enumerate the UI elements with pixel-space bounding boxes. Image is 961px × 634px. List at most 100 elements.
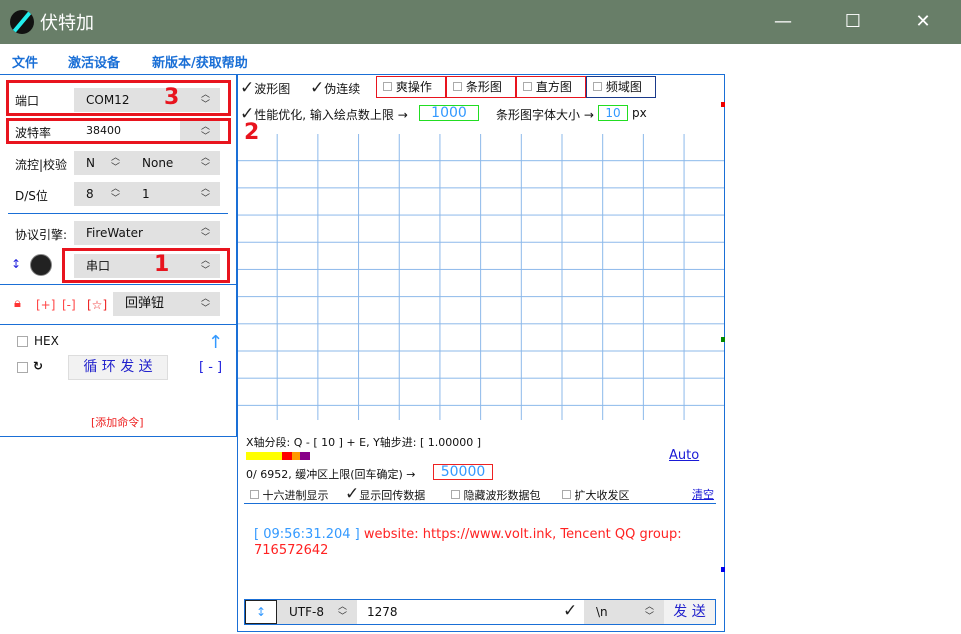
spinner-icon: ︿ ﹀: [337, 602, 347, 622]
expand-area-option[interactable]: 扩大收发区: [562, 487, 630, 503]
send-button[interactable]: 发 送: [664, 600, 715, 624]
tab-pseudo-continuous[interactable]: ✓伪连续: [310, 78, 360, 98]
line-ending-value: \n: [596, 605, 608, 619]
swap-icon[interactable]: ↕: [245, 600, 277, 624]
flow-select[interactable]: N ︿ ﹀: [74, 151, 130, 175]
remove-command-button[interactable]: [ - ]: [199, 360, 222, 375]
button-mode-value: 回弹钮: [125, 296, 165, 311]
favorite-button[interactable]: [☆]: [87, 298, 107, 312]
option-label: 十六进制显示: [262, 489, 329, 502]
maximize-button[interactable]: ☐: [830, 0, 876, 44]
checkbox-icon: [453, 82, 462, 91]
send-bar: ↕ UTF-8 ︿ ﹀ 1278 ✓ \n ︿ ﹀ 发 送: [244, 599, 716, 625]
encoding-select[interactable]: UTF-8 ︿ ﹀: [277, 600, 357, 624]
lock-icon[interactable]: 🔒︎: [14, 296, 21, 311]
minimize-button[interactable]: —: [760, 0, 806, 44]
hex-checkbox[interactable]: [17, 336, 28, 347]
stop-bits-value: 1: [142, 187, 150, 201]
option-label: 显示回传数据: [359, 489, 426, 502]
ds-label: D/S位: [15, 189, 48, 203]
color-bar: [246, 452, 310, 460]
spinner-icon: ︿ ﹀: [200, 294, 210, 314]
tab-histogram[interactable]: 直方图: [516, 76, 586, 98]
close-button[interactable]: ✕: [900, 0, 946, 44]
menu-help[interactable]: 新版本/获取帮助: [152, 52, 248, 71]
axis-settings[interactable]: X轴分段: Q - [ 10 ] + E, Y轴步进: [ 1.00000 ]: [246, 434, 481, 450]
tab-waveform[interactable]: ✓波形图: [240, 78, 290, 98]
tab-quick[interactable]: 爽操作: [376, 76, 446, 98]
checkbox-icon: [523, 82, 532, 91]
checkbox-icon: [593, 82, 602, 91]
tab-label: 条形图: [465, 80, 502, 94]
auto-link[interactable]: Auto: [669, 448, 699, 463]
encoding-value: UTF-8: [289, 605, 324, 619]
tab-label: 伪连续: [324, 82, 361, 96]
annotation-box-3: [6, 80, 231, 116]
font-size-input[interactable]: 10: [598, 105, 628, 121]
show-echo-option[interactable]: ✓显示回传数据: [345, 484, 425, 504]
add-button[interactable]: [+]: [36, 298, 55, 312]
divider: [0, 284, 237, 285]
window-title: 伏特加: [40, 13, 94, 34]
max-points-input[interactable]: 1000: [419, 105, 479, 121]
parity-value: None: [142, 156, 174, 170]
check-icon: ✓: [240, 104, 255, 124]
loop-icon: ↻: [33, 359, 44, 373]
app-logo-icon: [10, 10, 34, 34]
tab-label: 频域图: [605, 80, 642, 94]
tab-bar-chart[interactable]: 条形图: [446, 76, 516, 98]
remove-button[interactable]: [-]: [62, 298, 76, 312]
checkbox-icon: [250, 490, 259, 499]
spinner-icon: ︿ ﹀: [110, 153, 120, 173]
font-size-label: 条形图字体大小 →: [496, 108, 594, 122]
tab-frequency[interactable]: 频域图: [586, 76, 656, 98]
option-label: 扩大收发区: [574, 489, 630, 502]
add-command-link[interactable]: [添加命令]: [91, 414, 144, 430]
splitter-marker: [721, 567, 725, 572]
spinner-icon: ︿ ﹀: [110, 184, 120, 204]
buffer-limit-input[interactable]: 50000: [433, 464, 493, 480]
perf-label: 性能优化, 输入绘点数上限 →: [254, 108, 408, 122]
checkbox-icon: [562, 490, 571, 499]
menu-bar: 文件 激活设备 新版本/获取帮助: [0, 44, 961, 74]
button-mode-select[interactable]: 回弹钮 ︿ ﹀: [113, 292, 220, 316]
menu-file[interactable]: 文件: [12, 52, 38, 71]
loop-send-button[interactable]: 循 环 发 送: [68, 355, 168, 380]
ending-checkbox[interactable]: ✓: [563, 601, 577, 621]
tab-label: 爽操作: [395, 80, 432, 94]
flow-value: N: [86, 156, 95, 170]
data-bits-value: 8: [86, 187, 94, 201]
check-icon: ✓: [310, 78, 325, 98]
up-arrow-icon[interactable]: ↑: [208, 332, 223, 353]
log-entry: [ 09:56:31.204 ] website: https://www.vo…: [254, 527, 684, 559]
parity-select[interactable]: None ︿ ﹀: [130, 151, 220, 175]
annotation-box-2: [6, 118, 231, 144]
stop-bits-select[interactable]: 1 ︿ ﹀: [130, 182, 220, 206]
menu-activate[interactable]: 激活设备: [68, 52, 120, 71]
hide-packets-option[interactable]: 隐藏波形数据包: [451, 487, 541, 503]
perf-checkbox[interactable]: ✓性能优化, 输入绘点数上限 →: [240, 104, 408, 124]
hex-display-option[interactable]: 十六进制显示: [250, 487, 329, 503]
line-ending-select[interactable]: \n ︿ ﹀: [584, 600, 664, 624]
annotation-box-1: [62, 248, 230, 283]
divider: [8, 213, 228, 214]
divider: [244, 503, 716, 504]
engine-select[interactable]: FireWater ︿ ﹀: [74, 221, 220, 245]
tab-label: 波形图: [254, 82, 291, 96]
annotation-3: 3: [164, 85, 180, 110]
spinner-icon: ︿ ﹀: [200, 223, 210, 243]
tab-label: 直方图: [535, 80, 572, 94]
clear-link[interactable]: 清空: [692, 486, 714, 502]
data-bits-select[interactable]: 8 ︿ ﹀: [74, 182, 130, 206]
flow-label: 流控|校验: [15, 158, 68, 172]
connect-button[interactable]: [30, 254, 52, 276]
send-input[interactable]: 1278: [367, 605, 398, 619]
loop-checkbox[interactable]: [17, 362, 28, 373]
splitter-marker: [721, 102, 725, 107]
swap-icon[interactable]: ↕: [11, 257, 21, 271]
spinner-icon: ︿ ﹀: [200, 184, 210, 204]
title-bar: 伏特加 — ☐ ✕: [0, 0, 961, 44]
waveform-plot[interactable]: [238, 134, 724, 420]
spinner-icon: ︿ ﹀: [200, 153, 210, 173]
option-label: 隐藏波形数据包: [463, 489, 541, 502]
